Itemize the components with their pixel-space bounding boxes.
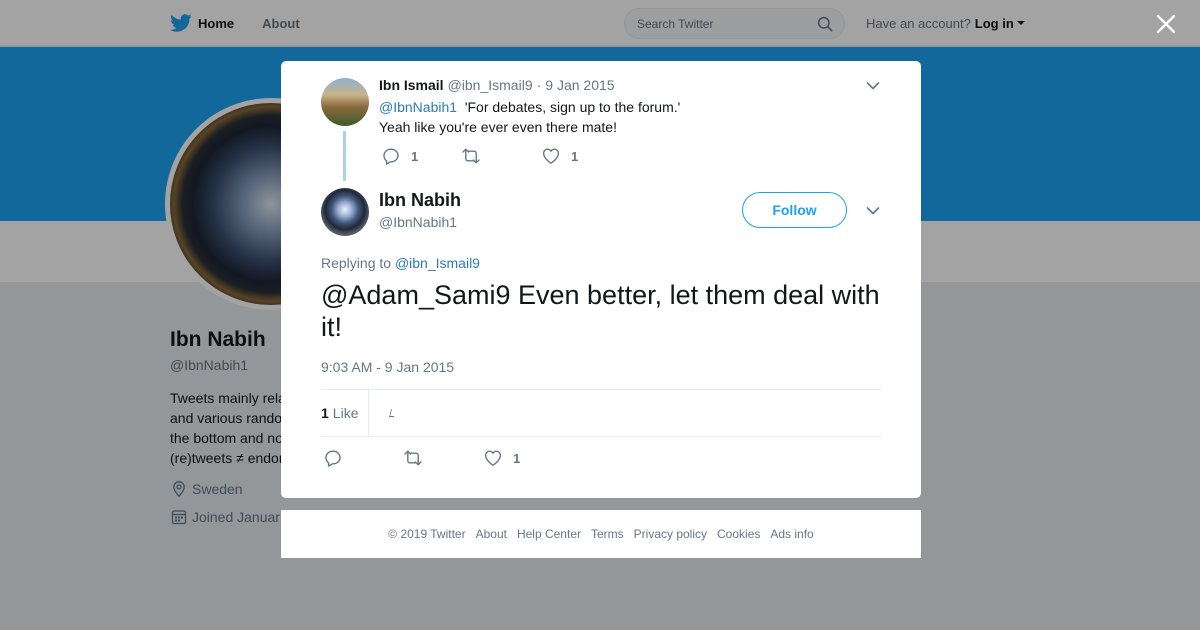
footer-link-terms[interactable]: Terms: [591, 527, 624, 541]
modal-footer: © 2019 Twitter About Help Center Terms P…: [281, 510, 921, 558]
parent-author-name[interactable]: Ibn Ismail: [379, 77, 444, 93]
footer-link-about[interactable]: About: [476, 527, 507, 541]
main-author-handle[interactable]: @IbnNabih1: [379, 214, 457, 230]
liker-avatar[interactable]: [383, 403, 403, 423]
retweet-icon: [461, 146, 481, 166]
reply-button[interactable]: 1: [381, 146, 461, 166]
like-count: 1: [571, 148, 579, 164]
retweet-icon: [403, 448, 423, 468]
chevron-down-icon[interactable]: [866, 81, 880, 91]
like-button[interactable]: 1: [541, 146, 578, 166]
close-icon[interactable]: [1154, 12, 1178, 36]
replying-to-link[interactable]: @ibn_Ismail9: [395, 255, 480, 271]
footer-link-ads-info[interactable]: Ads info: [770, 527, 813, 541]
follow-button[interactable]: Follow: [742, 192, 847, 228]
parent-tweet-text: @IbnNabih1 'For debates, sign up to the …: [379, 97, 680, 137]
likes-stat-label: Like: [332, 405, 359, 421]
retweet-button[interactable]: [461, 146, 541, 166]
tweet-stats: 1 Like: [321, 389, 881, 437]
chevron-down-icon[interactable]: [866, 206, 880, 216]
footer-link-help-center[interactable]: Help Center: [517, 527, 581, 541]
parent-tweet-date[interactable]: 9 Jan 2015: [545, 77, 614, 93]
parent-author-handle[interactable]: @ibn_Ismail9: [448, 77, 533, 93]
likes-stat[interactable]: 1 Like: [321, 389, 370, 437]
reply-count: 1: [411, 148, 419, 164]
parent-text-line1: 'For debates, sign up to the forum.': [464, 99, 681, 115]
tweet-modal: Ibn Ismail @ibn_Ismail9 · 9 Jan 2015 @Ib…: [281, 61, 921, 498]
replying-to: Replying to @ibn_Ismail9: [321, 255, 480, 271]
retweet-button[interactable]: [403, 448, 483, 468]
reply-icon: [381, 146, 401, 166]
parent-mention-link[interactable]: @IbnNabih1: [379, 99, 457, 115]
like-button[interactable]: 1: [483, 448, 520, 468]
main-tweet-text: @Adam_Sami9 Even better, let them deal w…: [321, 280, 880, 342]
parent-text-line2: Yeah like you're ever even there mate!: [379, 119, 617, 135]
main-tweet-actions: 1: [323, 448, 520, 468]
likes-stat-count: 1: [321, 405, 329, 421]
footer-copyright: © 2019 Twitter: [388, 527, 466, 541]
footer-link-cookies[interactable]: Cookies: [717, 527, 760, 541]
replying-prefix: Replying to: [321, 255, 392, 271]
main-author-avatar[interactable]: [321, 188, 369, 236]
heart-icon: [483, 448, 503, 468]
reply-icon: [323, 448, 343, 468]
main-author-name[interactable]: Ibn Nabih: [379, 190, 461, 211]
heart-icon: [541, 146, 561, 166]
parent-tweet-header: Ibn Ismail @ibn_Ismail9 · 9 Jan 2015: [379, 77, 615, 93]
tweet-timestamp[interactable]: 9:03 AM - 9 Jan 2015: [321, 359, 454, 375]
parent-author-avatar[interactable]: [321, 78, 369, 126]
parent-tweet-actions: 1 1: [381, 146, 578, 166]
header-separator: ·: [536, 77, 542, 93]
reply-button[interactable]: [323, 448, 403, 468]
thread-connector-line: [343, 131, 346, 181]
like-count: 1: [513, 450, 521, 466]
footer-link-privacy-policy[interactable]: Privacy policy: [634, 527, 707, 541]
